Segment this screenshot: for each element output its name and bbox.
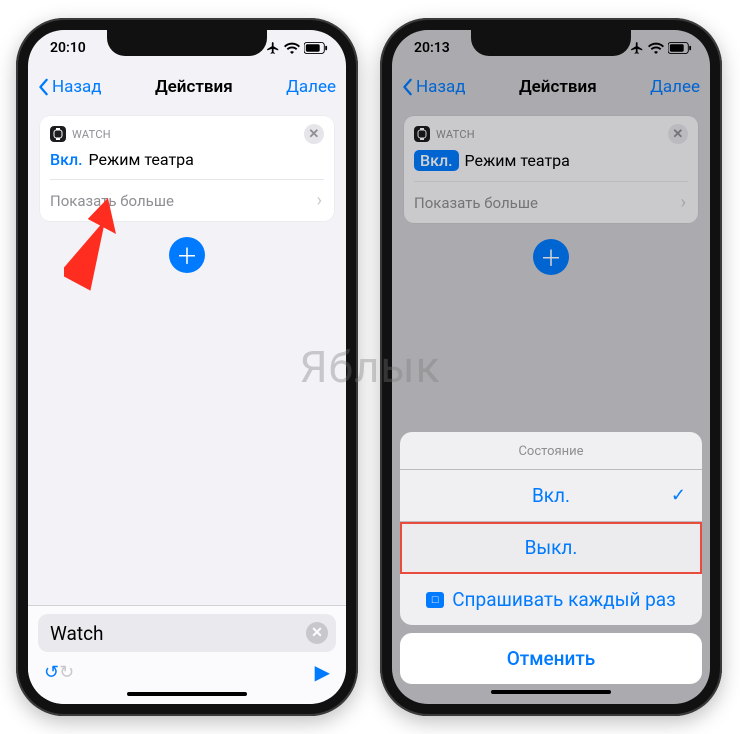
battery-icon: [304, 42, 328, 54]
bottom-panel: Watch ✕ ↺ ↻ ▶: [28, 605, 346, 704]
notch: [107, 30, 267, 56]
back-button[interactable]: Назад: [38, 77, 102, 97]
home-indicator[interactable]: [127, 692, 247, 696]
status-time: 20:10: [50, 40, 86, 56]
checkmark-icon: ✓: [671, 485, 686, 506]
sheet-option-ask[interactable]: □ Спрашивать каждый раз: [400, 574, 702, 625]
sheet-option-off-label: Выкл.: [525, 536, 578, 559]
mode-label[interactable]: Режим театра: [89, 150, 194, 169]
chevron-left-icon: [38, 78, 50, 96]
nav-bar: Назад Действия Далее: [28, 66, 346, 108]
toggle-token[interactable]: Вкл.: [50, 150, 83, 169]
run-button[interactable]: ▶: [315, 660, 330, 684]
screen-left: 20:10 Назад Действия Далее: [28, 30, 346, 704]
clear-search-button[interactable]: ✕: [306, 622, 328, 644]
undo-button[interactable]: ↺: [44, 662, 59, 683]
sheet-option-off[interactable]: Выкл.: [400, 522, 702, 574]
back-label: Назад: [52, 77, 102, 97]
search-value: Watch: [50, 622, 104, 645]
phone-right: 20:13 Назад Действия Далее: [380, 18, 722, 716]
chevron-right-icon: ›: [317, 190, 322, 211]
airplane-icon: [266, 41, 280, 55]
sheet-option-on-label: Вкл.: [532, 484, 570, 507]
ask-icon: □: [426, 592, 444, 608]
next-button[interactable]: Далее: [286, 77, 336, 97]
add-action-button[interactable]: ＋: [169, 237, 205, 273]
nav-title: Действия: [155, 77, 233, 97]
home-indicator[interactable]: [491, 690, 611, 694]
action-sheet: Состояние Вкл. ✓ Выкл. □ Спрашивать кажд…: [400, 432, 702, 696]
search-field[interactable]: Watch ✕: [38, 614, 336, 652]
watch-app-icon: [50, 126, 66, 142]
sheet-option-ask-label: Спрашивать каждый раз: [452, 588, 676, 611]
sheet-cancel-label: Отменить: [507, 647, 596, 670]
card-app-label: WATCH: [72, 128, 111, 141]
sheet-title: Состояние: [400, 432, 702, 470]
action-card: WATCH ✕ Вкл. Режим театра Показать больш…: [40, 116, 334, 221]
toolbar: ↺ ↻ ▶: [38, 652, 336, 686]
notch: [471, 30, 631, 56]
screen-right: 20:13 Назад Действия Далее: [392, 30, 710, 704]
wifi-icon: [284, 42, 300, 54]
show-more-row[interactable]: Показать больше ›: [50, 179, 324, 221]
redo-button[interactable]: ↻: [59, 662, 74, 683]
status-icons: [266, 41, 328, 55]
show-more-label: Показать больше: [50, 192, 174, 210]
remove-action-button[interactable]: ✕: [304, 124, 324, 144]
sheet-cancel-button[interactable]: Отменить: [400, 633, 702, 684]
phone-left: 20:10 Назад Действия Далее: [16, 18, 358, 716]
sheet-option-on[interactable]: Вкл. ✓: [400, 470, 702, 522]
sheet-options-group: Состояние Вкл. ✓ Выкл. □ Спрашивать кажд…: [400, 432, 702, 625]
